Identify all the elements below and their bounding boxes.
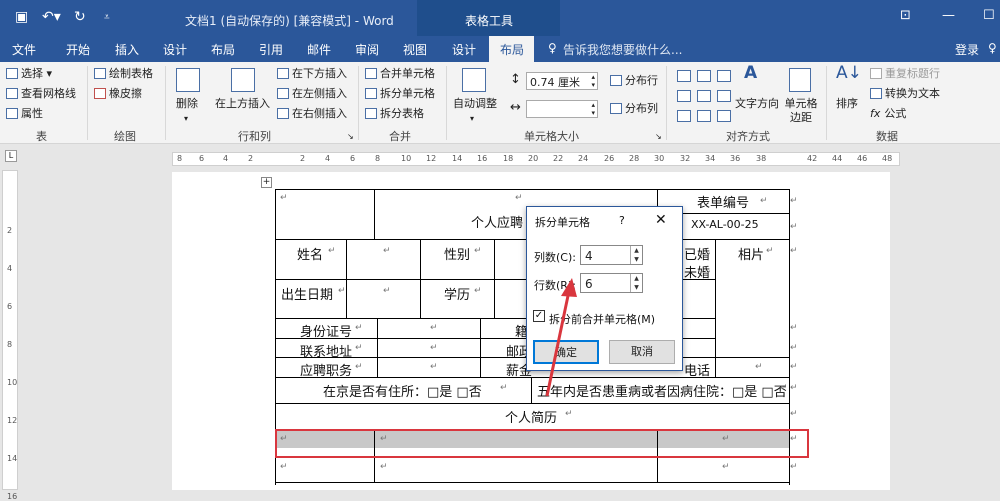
annotation-arrow xyxy=(545,278,577,397)
ruler-tick: 16 xyxy=(7,492,18,501)
